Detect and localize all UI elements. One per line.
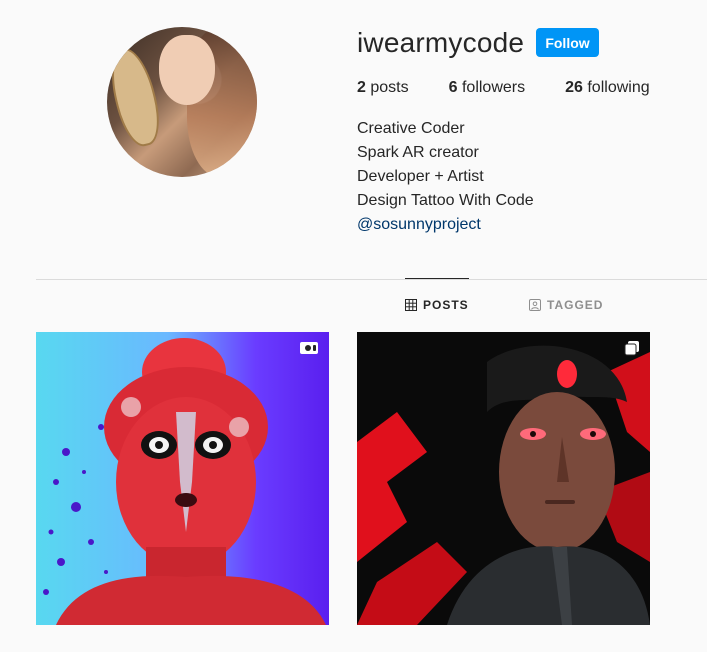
profile-tabs: POSTS TAGGED: [0, 298, 707, 314]
bio-line: Spark AR creator: [357, 144, 479, 161]
following-stat[interactable]: 26 following: [565, 78, 650, 98]
follow-button[interactable]: Follow: [536, 28, 599, 57]
profile-username: iwearmycode: [357, 27, 525, 58]
carousel-icon: [624, 341, 639, 356]
profile-divider: [36, 279, 707, 280]
bio-line: Creative Coder: [357, 120, 465, 137]
following-count: 26: [565, 79, 583, 96]
bio-line: Developer + Artist: [357, 168, 484, 185]
post-thumbnail[interactable]: [357, 332, 650, 625]
tab-posts[interactable]: POSTS: [405, 298, 469, 312]
profile-stats: 2 posts 6 followers 26 following: [357, 78, 690, 98]
grid-icon: [405, 299, 417, 311]
active-tab-indicator: [405, 278, 469, 279]
followers-stat[interactable]: 6 followers: [449, 78, 526, 98]
tab-tagged[interactable]: TAGGED: [529, 298, 603, 312]
post-image-illustration: [36, 332, 329, 625]
bio-line: Design Tattoo With Code: [357, 192, 534, 209]
avatar-face: [159, 35, 215, 105]
post-image-photo: [357, 332, 650, 625]
tab-tagged-label: TAGGED: [547, 298, 604, 312]
profile-avatar[interactable]: [107, 27, 257, 177]
followers-count: 6: [448, 79, 458, 96]
posts-stat[interactable]: 2 posts: [357, 78, 409, 98]
post-thumbnail[interactable]: [36, 332, 329, 625]
profile-bio: Creative Coder Spark AR creator Develope…: [357, 117, 534, 237]
bio-mention-link[interactable]: @sosunnyproject: [357, 216, 481, 233]
posts-count: 2: [357, 79, 366, 96]
tagged-user-icon: [529, 299, 541, 311]
following-stat-label: following: [587, 79, 650, 96]
posts-stat-label: posts: [370, 79, 409, 96]
tab-posts-label: POSTS: [423, 298, 469, 312]
avatar-held-card: [107, 43, 167, 151]
video-icon: [300, 342, 318, 354]
followers-stat-label: followers: [461, 79, 526, 96]
